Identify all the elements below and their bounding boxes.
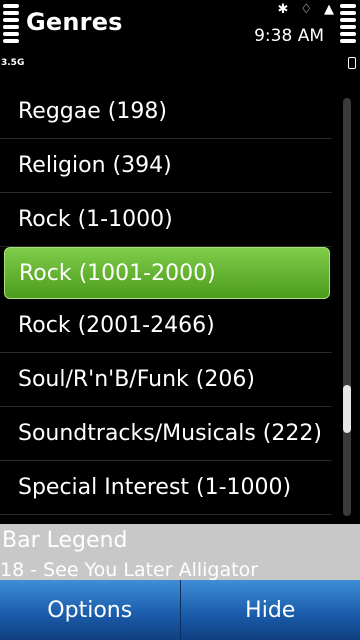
softkey-bar: Options Hide bbox=[0, 580, 360, 640]
hide-button[interactable]: Hide bbox=[180, 580, 360, 640]
list-item[interactable]: Special Interest (1-1000) bbox=[0, 461, 332, 515]
list-item[interactable]: Soundtracks/Musicals (222) bbox=[0, 407, 332, 461]
track-title: 18 - See You Later Alligator bbox=[0, 559, 259, 580]
status-bar: 3.5G Genres ✱ ♢ ▲ 9:38 AM bbox=[0, 0, 360, 78]
list-item[interactable]: Religion (394) bbox=[0, 139, 332, 193]
alarm-icon: ♢ bbox=[300, 1, 312, 17]
battery-small-icon bbox=[348, 57, 356, 69]
page-title: Genres bbox=[26, 8, 123, 36]
system-icons: ✱ ♢ ▲ bbox=[277, 0, 334, 18]
signal-strength-icon bbox=[3, 4, 19, 46]
list-item[interactable]: Rock (2001-2466) bbox=[0, 299, 332, 353]
list-item[interactable]: Reggae (198) bbox=[0, 85, 332, 139]
battery-icon bbox=[340, 4, 356, 46]
list-item-selected[interactable]: Rock (1001-2000) bbox=[4, 247, 330, 299]
clock: 9:38 AM bbox=[254, 26, 324, 46]
bluetooth-icon: ✱ bbox=[277, 1, 289, 17]
genre-list[interactable]: Reggae (198) Religion (394) Rock (1-1000… bbox=[0, 85, 340, 520]
station-name: Bar Legend bbox=[2, 528, 128, 553]
now-playing-bar[interactable]: Bar Legend 18 - See You Later Alligator bbox=[0, 524, 360, 580]
scrollbar-track[interactable] bbox=[343, 98, 351, 516]
list-item[interactable]: Rock (1-1000) bbox=[0, 193, 332, 247]
scrollbar-thumb[interactable] bbox=[343, 385, 351, 433]
network-type: 3.5G bbox=[1, 58, 25, 68]
signal-lock-icon: ▲ bbox=[324, 1, 334, 17]
list-item[interactable]: Soul/R'n'B/Funk (206) bbox=[0, 353, 332, 407]
options-button[interactable]: Options bbox=[0, 580, 181, 640]
